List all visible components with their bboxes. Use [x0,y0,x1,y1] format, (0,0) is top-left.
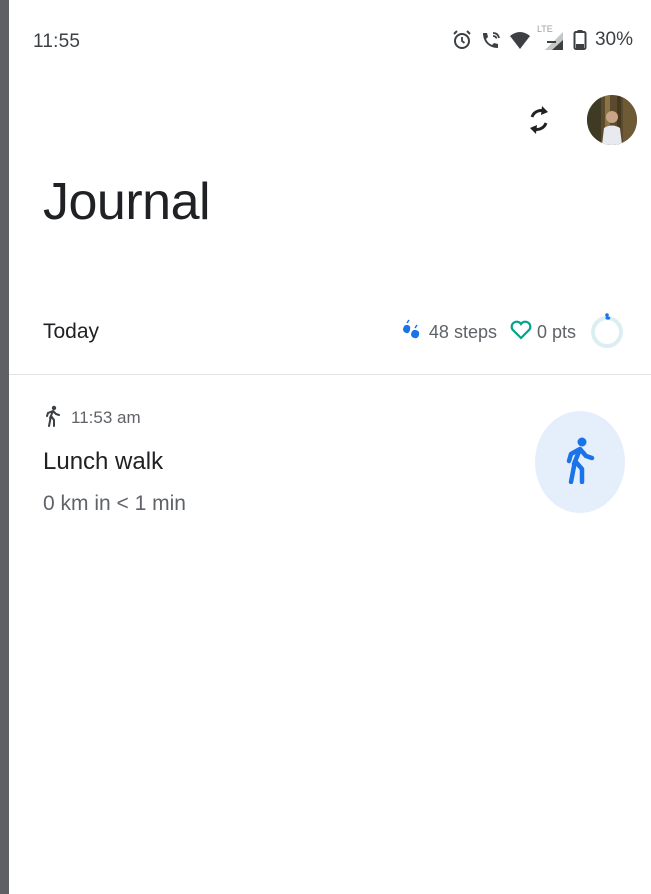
wifi-icon [509,29,531,51]
left-edge-bar [0,0,9,894]
activity-summary: 0 km in < 1 min [43,492,186,515]
status-bar: 11:55 LTE 30% [9,0,651,80]
activity-time: 11:53 am [71,408,141,427]
goal-ring-icon [587,308,627,357]
sync-icon [525,103,553,142]
avatar[interactable] [587,95,637,145]
activity-title: Lunch walk [43,448,164,475]
heart-points-count: 0 pts [536,321,576,342]
wifi-calling-icon [479,29,503,51]
status-time: 11:55 [33,31,81,52]
status-icons: LTE 30% [451,24,633,53]
top-actions [9,90,651,160]
walking-icon [564,436,596,489]
sync-button[interactable] [517,100,561,144]
today-stats: 48 steps 0 pts [400,310,627,354]
battery-percentage: 30% [594,29,633,50]
steps-count: 48 steps [428,321,497,342]
steps-icon [400,319,424,346]
today-summary[interactable]: Today 48 steps 0 pts [9,300,651,370]
signal-icon: LTE [537,24,567,52]
walking-icon [45,405,61,432]
activity-card[interactable]: 11:53 am Lunch walk 0 km in < 1 min [9,392,651,532]
activity-time-row: 11:53 am [45,405,141,432]
activity-type-badge [535,411,625,513]
journal-screen: 11:55 LTE 30% Journal Today 48 steps 0 p… [9,0,651,894]
heart-points-icon [510,320,532,345]
page-title: Journal [43,173,211,231]
today-label: Today [43,320,100,343]
alarm-icon [451,29,473,51]
battery-icon [573,29,587,51]
divider [9,374,651,375]
